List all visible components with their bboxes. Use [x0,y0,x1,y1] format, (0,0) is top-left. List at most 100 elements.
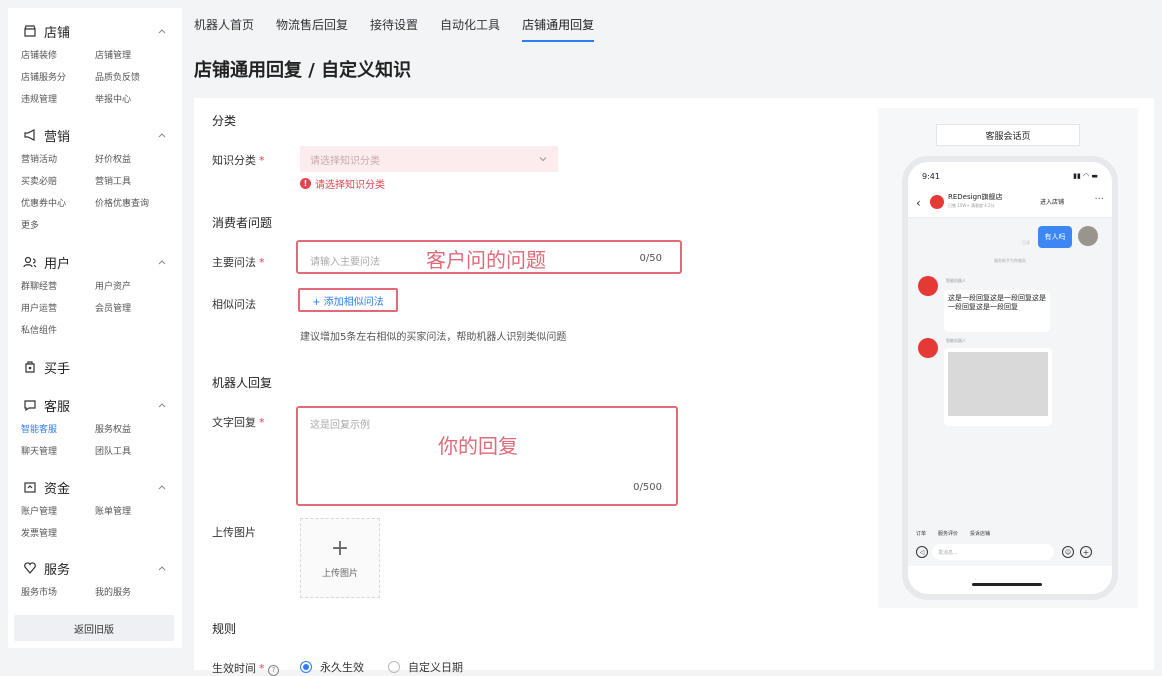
quick-action[interactable]: 服务评价 [938,530,958,537]
radio-dot [300,661,312,673]
users-icon [22,254,38,270]
text-reply-label: 文字回复 * [212,416,265,429]
sidebar-item[interactable]: 营销活动 [21,152,95,168]
category-select[interactable]: 请选择知识分类 [300,146,558,172]
sidebar-item[interactable]: 店铺装修 [21,48,95,64]
sidebar-section-title: 用户 [44,256,71,272]
form-card: 分类 知识分类 * 请选择知识分类 ! 请选择知识分类 消费者问题 主要问法 * 请… [194,98,1154,676]
sidebar-header-service[interactable]: 客服 [8,394,182,416]
sidebar-header-store[interactable]: 店铺 [8,20,182,42]
chevron-up-icon[interactable] [156,25,168,37]
sidebar-section-users: 用户 群聊经营 用户资产 用户运营 会员管理 私信组件 [8,251,182,339]
chat-input-row: ◁ 发消息... ☺ + [908,542,1112,566]
chat-body: 有人吗 已读 服务助手为你服务 智能机器人 这是一段回复这是一段回复这是一段回复… [908,218,1112,524]
sidebar-header-funds[interactable]: 资金 [8,476,182,498]
sidebar-item[interactable]: 更多 [21,218,95,234]
category-error: ! 请选择知识分类 [300,176,385,191]
emoji-icon[interactable]: ☺ [1062,546,1074,558]
sidebar-section-title: 营销 [44,129,71,145]
sidebar-item[interactable]: 用户运营 [21,301,95,317]
chevron-up-icon[interactable] [156,562,168,574]
sidebar-section-buyer: 买手 [8,356,182,378]
chevron-up-icon[interactable] [156,399,168,411]
group-rules-title: 规则 [212,622,237,636]
sidebar-section-title: 客服 [44,399,71,415]
help-icon[interactable]: ? [268,665,279,676]
sidebar-item[interactable]: 发票管理 [21,526,95,542]
more-icon[interactable]: ··· [1094,194,1104,205]
sidebar-item[interactable]: 会员管理 [95,301,175,317]
chevron-up-icon[interactable] [156,481,168,493]
buyer-icon [22,359,38,375]
sidebar-item[interactable]: 买卖必赔 [21,174,95,190]
plus-icon[interactable]: + [1080,546,1092,558]
megaphone-icon [22,127,38,143]
sidebar-item[interactable]: 用户资产 [95,279,175,295]
sidebar-item[interactable]: 店铺管理 [95,48,175,64]
preview-title: 客服会话页 [936,124,1080,146]
back-to-old-version-button[interactable]: 返回旧版 [14,615,174,641]
user-message: 有人吗 [1038,226,1072,248]
sidebar-section-title: 买手 [44,361,71,377]
sidebar-section-title: 服务 [44,562,71,578]
sidebar-section-title: 店铺 [44,25,71,41]
sidebar-item[interactable]: 服务权益 [95,422,175,438]
sidebar-item[interactable]: 服务市场 [21,585,95,601]
sidebar-item[interactable]: 群聊经营 [21,279,95,295]
text-reply-textarea[interactable]: 这是回复示例 你的回复 0/500 [296,406,678,506]
shop-name: REDesign旗舰店 [948,193,1003,201]
sidebar-item[interactable]: 品质负反馈 [95,70,175,86]
chevron-up-icon[interactable] [156,129,168,141]
image-placeholder [948,352,1048,416]
tab-robot-home[interactable]: 机器人首页 [194,16,254,42]
sidebar-header-users[interactable]: 用户 [8,251,182,273]
top-tabs: 机器人首页 物流售后回复 接待设置 自动化工具 店铺通用回复 [194,16,616,44]
sidebar-section-funds: 资金 账户管理 账单管理 发票管理 [8,476,182,542]
category-error-text: 请选择知识分类 [315,180,385,191]
sidebar-item[interactable]: 营销工具 [95,174,175,190]
sidebar-header-marketing[interactable]: 营销 [8,124,182,146]
chevron-up-icon[interactable] [156,256,168,268]
text-reply-annotation: 你的回复 [438,434,518,458]
sidebar-header-services[interactable]: 服务 [8,557,182,579]
text-reply-counter: 0/500 [633,482,662,493]
voice-icon[interactable]: ◁ [916,546,928,558]
sidebar-item[interactable]: 账单管理 [95,504,175,520]
sidebar-item[interactable]: 私信组件 [21,323,95,339]
quick-action[interactable]: 订单 [916,530,926,537]
sidebar-item[interactable]: 举报中心 [95,92,175,108]
quick-actions: 订单 服务评价 投诉店铺 [908,524,1112,542]
add-similar-question-button[interactable]: + 添加相似问法 [298,288,398,312]
bot-avatar [918,276,938,296]
sidebar-item-smart-service[interactable]: 智能客服 [21,422,95,438]
sidebar-item[interactable]: 团队工具 [95,444,175,460]
quick-action[interactable]: 投诉店铺 [970,530,990,537]
sidebar-item[interactable]: 好价权益 [95,152,175,168]
radio-forever[interactable]: 永久生效 [300,659,364,675]
sidebar-header-buyer[interactable]: 买手 [8,356,182,378]
sidebar-section-title: 资金 [44,481,71,497]
sidebar-item[interactable]: 我的服务 [95,585,175,601]
back-arrow-icon[interactable]: ‹ [916,196,921,210]
bot-name: 智能机器人 [946,278,966,283]
tab-automation-tools[interactable]: 自动化工具 [440,16,500,42]
sidebar-item[interactable]: 优惠券中心 [21,196,95,212]
main-question-counter: 0/50 [639,253,662,264]
tab-reception-settings[interactable]: 接待设置 [370,16,418,42]
main-question-input[interactable]: 请输入主要问法 客户问的问题 0/50 [296,240,682,274]
tab-logistics-reply[interactable]: 物流售后回复 [276,16,348,42]
enter-shop-link[interactable]: 进入店铺 [1040,197,1064,206]
radio-custom-date[interactable]: 自定义日期 [388,659,463,675]
group-question-title: 消费者问题 [212,216,273,230]
chat-input[interactable]: 发消息... [932,544,1054,560]
sidebar-item[interactable]: 违规管理 [21,92,95,108]
status-time: 9:41 [922,172,940,181]
sidebar-item[interactable]: 聊天管理 [21,444,95,460]
tab-store-general-reply[interactable]: 店铺通用回复 [522,16,595,42]
upload-image-button[interactable]: + 上传图片 [300,518,380,598]
sidebar-item[interactable]: 价格优惠查询 [95,196,175,212]
sidebar-item[interactable]: 店铺服务分 [21,70,95,86]
category-label: 知识分类 * [212,154,265,167]
sidebar-item[interactable]: 账户管理 [21,504,95,520]
plus-icon: + [330,535,350,561]
